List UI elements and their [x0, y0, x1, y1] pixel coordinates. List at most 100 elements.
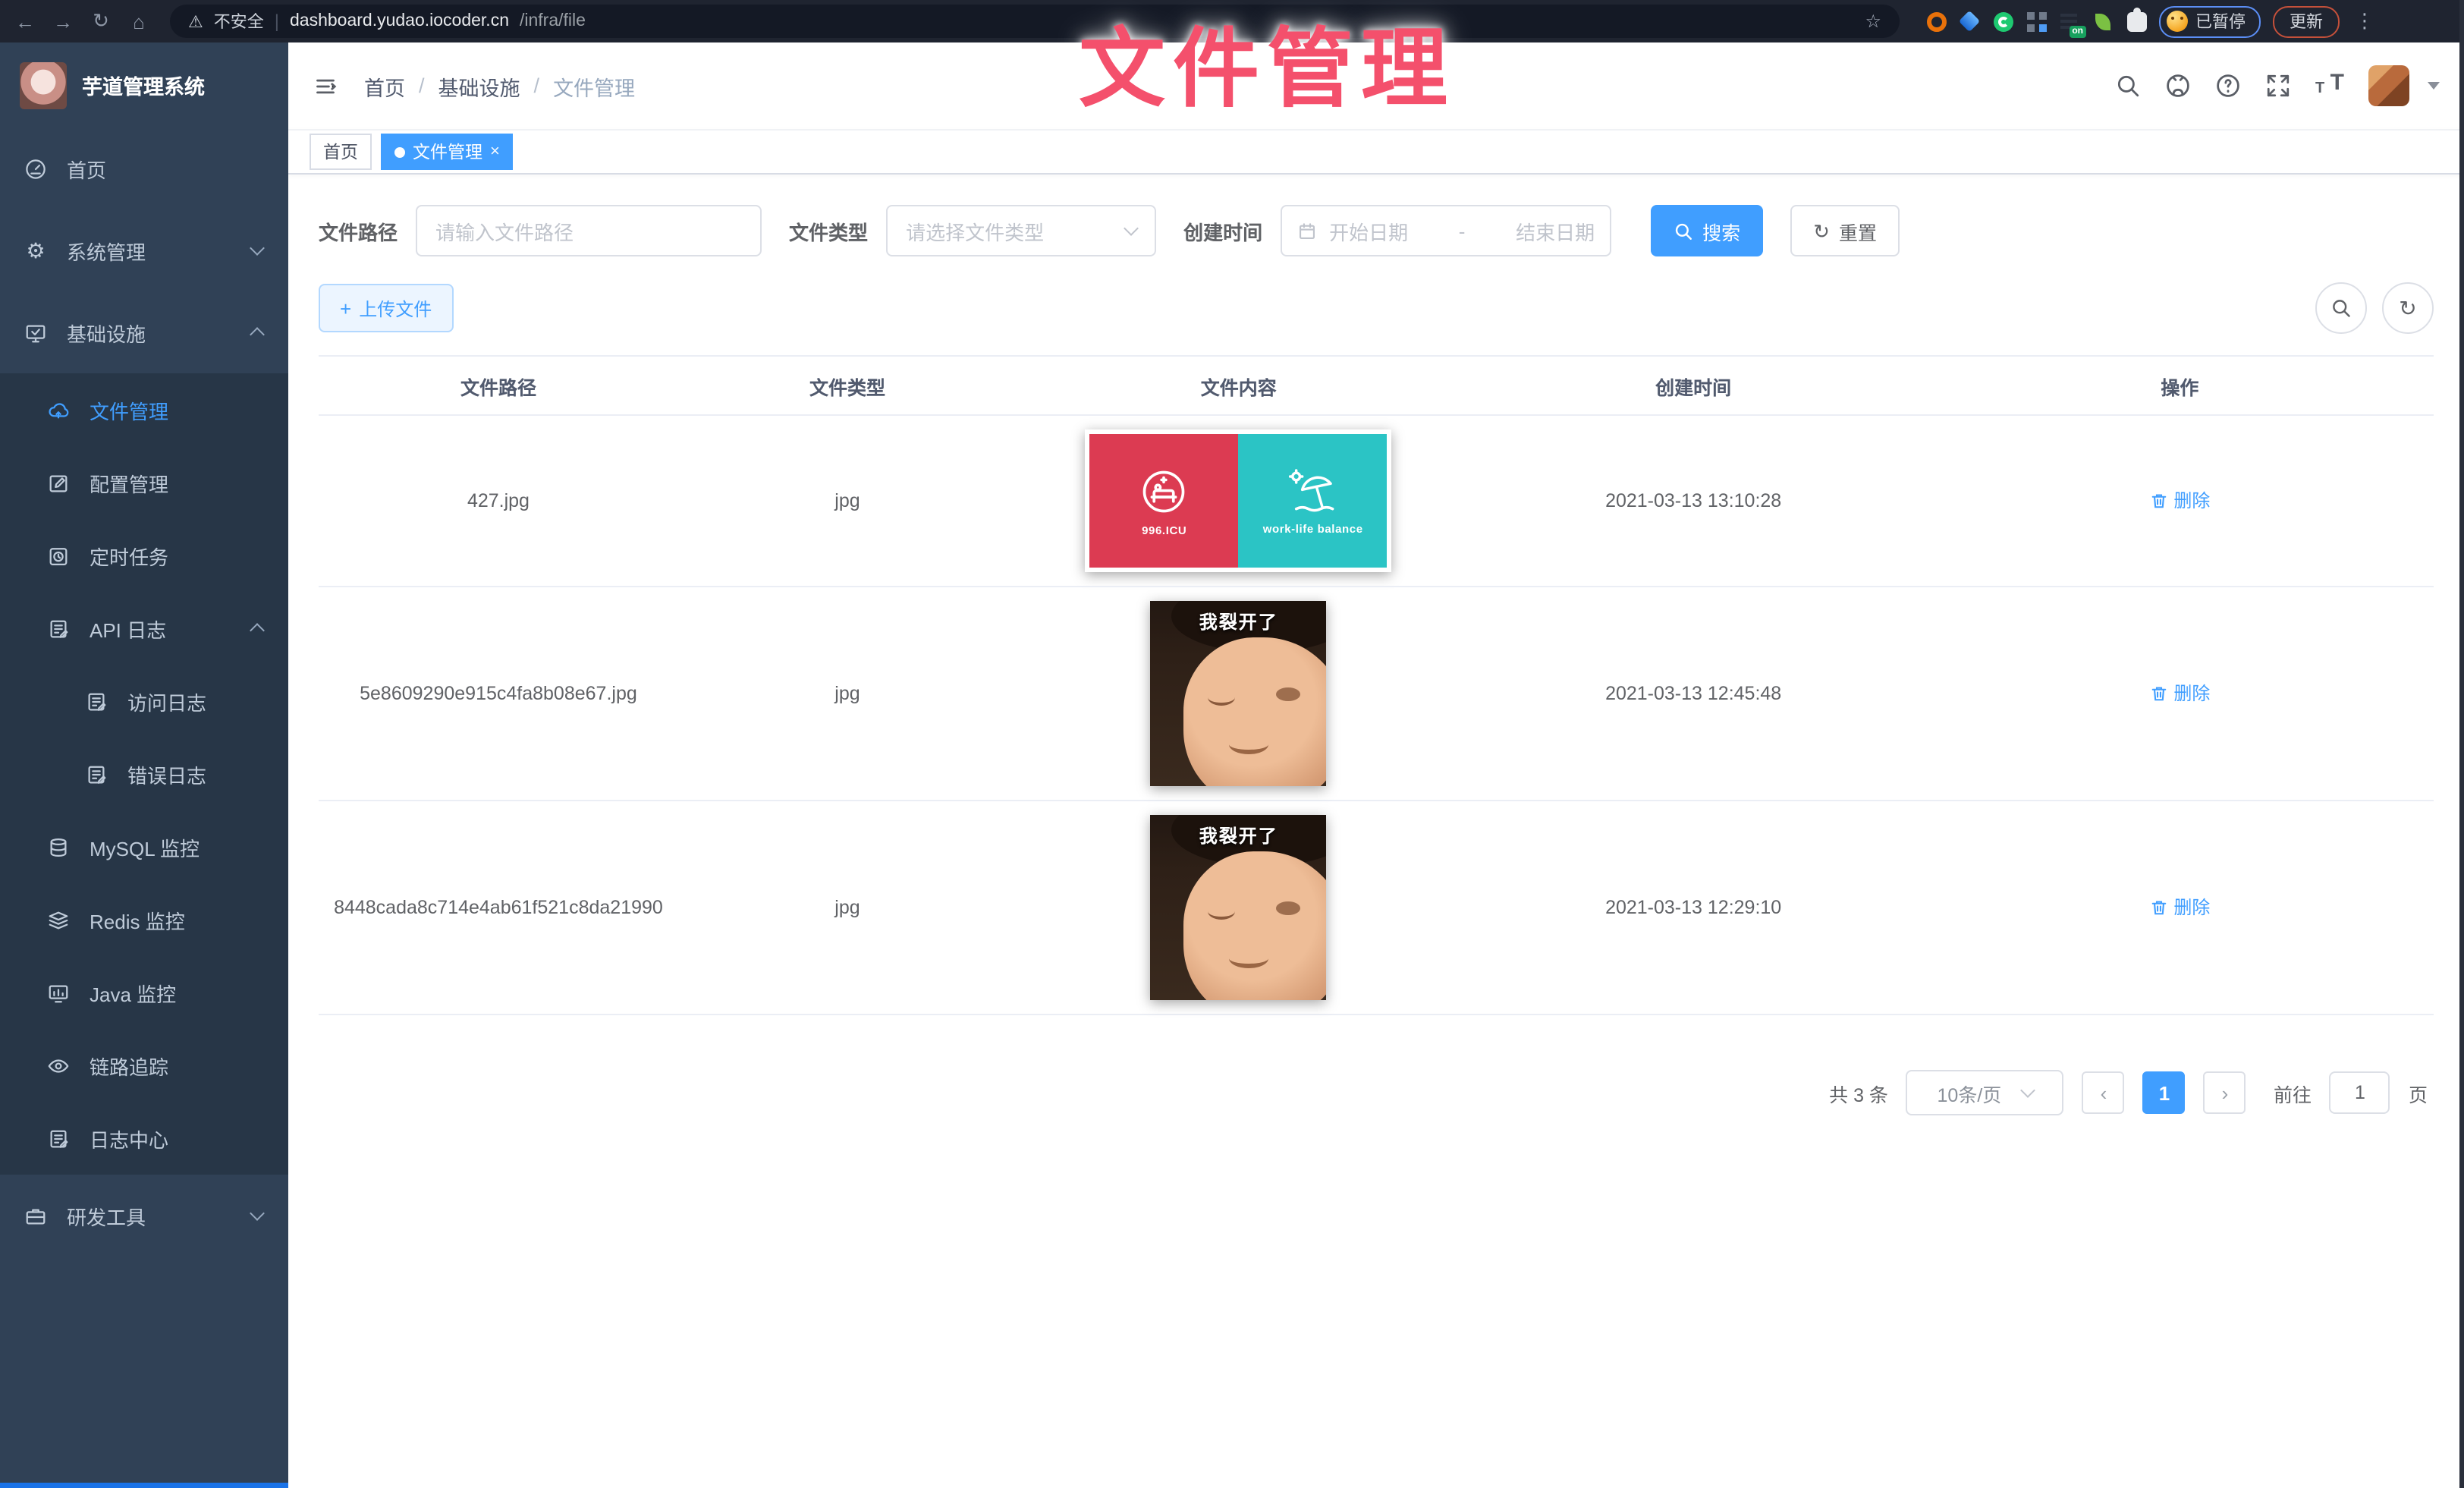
breadcrumb-item-current: 文件管理 — [553, 71, 635, 101]
sidebar-item-label: Java 监控 — [90, 978, 176, 1007]
security-label[interactable]: 不安全 — [214, 9, 264, 33]
sidebar-item-config[interactable]: 配置管理 — [0, 446, 288, 519]
github-icon[interactable] — [2165, 73, 2191, 99]
back-icon[interactable]: ← — [12, 10, 38, 33]
sidebar-item-infra[interactable]: 基础设施 — [0, 291, 288, 373]
sidebar-item-file[interactable]: 文件管理 — [0, 373, 288, 446]
home-icon[interactable]: ⌂ — [126, 10, 152, 33]
sidebar-item-home[interactable]: 首页 — [0, 127, 288, 209]
hide-search-button[interactable] — [2315, 282, 2367, 334]
search-button[interactable]: 搜索 — [1651, 205, 1763, 256]
file-type-select[interactable]: 请选择文件类型 — [886, 205, 1156, 256]
sidebar-item-label: MySQL 监控 — [90, 832, 200, 861]
sidebar-item-devtools[interactable]: 研发工具 — [0, 1175, 288, 1257]
meme-caption: 我裂开了 — [1151, 609, 1327, 634]
extension-icon-grid[interactable] — [2027, 11, 2047, 31]
browser-update-button[interactable]: 更新 — [2273, 5, 2340, 37]
prev-page-button[interactable]: ‹ — [2082, 1071, 2125, 1114]
sidebar-item-access-log[interactable]: 访问日志 — [0, 665, 288, 738]
sidebar-item-system[interactable]: ⚙ 系统管理 — [0, 209, 288, 291]
sidebar-item-label: 日志中心 — [90, 1124, 168, 1153]
sidebar-item-redis[interactable]: Redis 监控 — [0, 883, 288, 956]
breadcrumb: 首页 / 基础设施 / 文件管理 — [364, 71, 635, 101]
sidebar-item-mysql[interactable]: MySQL 监控 — [0, 810, 288, 883]
goto-page-input[interactable]: 1 — [2330, 1071, 2390, 1114]
reset-button-label: 重置 — [1839, 216, 1877, 245]
chevron-up-icon — [250, 623, 265, 638]
upload-file-button[interactable]: + 上传文件 — [319, 284, 453, 332]
extension-icon-orange-ring[interactable] — [1927, 11, 1947, 31]
extension-icon-switch[interactable]: on — [2060, 11, 2080, 31]
search-button-label: 搜索 — [1702, 216, 1740, 245]
bookmark-star-icon[interactable]: ☆ — [1865, 11, 1881, 32]
file-preview-meme-image[interactable]: 我裂开了 — [1151, 815, 1327, 1000]
log-edit-icon — [85, 690, 108, 713]
app-logo — [20, 61, 67, 109]
sidebar-item-log-center[interactable]: 日志中心 — [0, 1102, 288, 1175]
file-type-placeholder: 请选择文件类型 — [906, 216, 1044, 245]
banner-right-panel: work-life balance — [1239, 434, 1388, 568]
cell-file-type: jpg — [678, 587, 1017, 801]
profile-paused-button[interactable]: 已暂停 — [2159, 5, 2261, 37]
timer-icon — [47, 544, 70, 567]
file-preview-meme-image[interactable]: 我裂开了 — [1151, 601, 1327, 786]
gear-icon: ⚙ — [24, 239, 47, 262]
close-icon[interactable]: × — [490, 143, 500, 161]
cell-create-time: 2021-03-13 12:45:48 — [1460, 587, 1925, 801]
help-icon[interactable] — [2215, 73, 2241, 99]
delete-button[interactable]: 删除 — [2149, 895, 2210, 920]
sidebar-item-job[interactable]: 定时任务 — [0, 519, 288, 592]
main-area: 首页 / 基础设施 / 文件管理 首页 — [288, 42, 2464, 1488]
table-row: 427.jpg jpg 996.ICU — [319, 415, 2434, 587]
search-icon[interactable] — [2115, 73, 2141, 99]
monitor-chart-icon — [47, 981, 70, 1004]
sidebar-item-trace[interactable]: 链路追踪 — [0, 1029, 288, 1102]
extension-icon-blue-gem[interactable] — [1960, 11, 1980, 31]
delete-button[interactable]: 删除 — [2149, 488, 2210, 514]
file-path-input[interactable]: 请输入文件路径 — [416, 205, 762, 256]
fullscreen-icon[interactable] — [2265, 73, 2291, 99]
extensions-puzzle-icon[interactable] — [2127, 11, 2147, 31]
reset-button[interactable]: ↻ 重置 — [1790, 205, 1900, 256]
extension-icon-leaf[interactable] — [2094, 11, 2114, 31]
page-size-select[interactable]: 10条/页 — [1906, 1070, 2064, 1115]
font-size-icon[interactable] — [2315, 73, 2344, 99]
breadcrumb-item-home[interactable]: 首页 — [364, 71, 405, 101]
refresh-button[interactable]: ↻ — [2382, 282, 2434, 334]
banner-left-panel: 996.ICU — [1090, 434, 1239, 568]
chevron-down-icon — [250, 241, 265, 256]
user-menu-caret-icon[interactable] — [2428, 82, 2440, 90]
address-bar[interactable]: ⚠ 不安全 | dashboard.yudao.iocoder.cn/infra… — [170, 5, 1900, 38]
sidebar-item-error-log[interactable]: 错误日志 — [0, 738, 288, 810]
user-avatar[interactable] — [2368, 65, 2409, 106]
briefcase-icon — [24, 1204, 47, 1227]
table-tools: ↻ — [2315, 282, 2434, 334]
browser-menu-icon[interactable]: ⋮ — [2355, 9, 2374, 33]
layers-icon — [47, 908, 70, 931]
chevron-down-icon — [1124, 221, 1139, 236]
sidebar-item-api-log[interactable]: API 日志 — [0, 592, 288, 665]
sidebar-item-label: 首页 — [67, 154, 106, 183]
app-logo-row[interactable]: 芋道管理系统 — [0, 42, 288, 127]
extension-icon-green-circle[interactable] — [1994, 11, 2013, 31]
breadcrumb-item-infra[interactable]: 基础设施 — [438, 71, 520, 101]
delete-button[interactable]: 删除 — [2149, 681, 2210, 706]
delete-label: 删除 — [2173, 895, 2210, 920]
file-preview-996-banner[interactable]: 996.ICU work-life balance — [1086, 429, 1392, 572]
table-row: 5e8609290e915c4fa8b08e67.jpg jpg 我裂开了 20… — [319, 587, 2434, 801]
sidebar-item-label: 基础设施 — [67, 318, 146, 347]
forward-icon[interactable]: → — [50, 10, 76, 33]
page-number-button[interactable]: 1 — [2143, 1071, 2186, 1114]
tag-file-manage[interactable]: 文件管理 × — [381, 134, 514, 170]
collapse-menu-icon[interactable] — [313, 75, 338, 96]
sidebar-item-java[interactable]: Java 监控 — [0, 956, 288, 1029]
extension-on-badge: on — [2069, 25, 2086, 37]
app-frame: 芋道管理系统 首页 ⚙ 系统管理 基础设施 文件管理 — [0, 42, 2464, 1488]
paused-label: 已暂停 — [2195, 9, 2246, 33]
tag-home[interactable]: 首页 — [310, 134, 372, 170]
security-warning-icon[interactable]: ⚠ — [188, 11, 203, 31]
date-range-picker[interactable]: 开始日期 - 结束日期 — [1281, 205, 1611, 256]
url-separator: | — [275, 11, 279, 32]
reload-icon[interactable]: ↻ — [88, 9, 114, 33]
next-page-button[interactable]: › — [2204, 1071, 2246, 1114]
